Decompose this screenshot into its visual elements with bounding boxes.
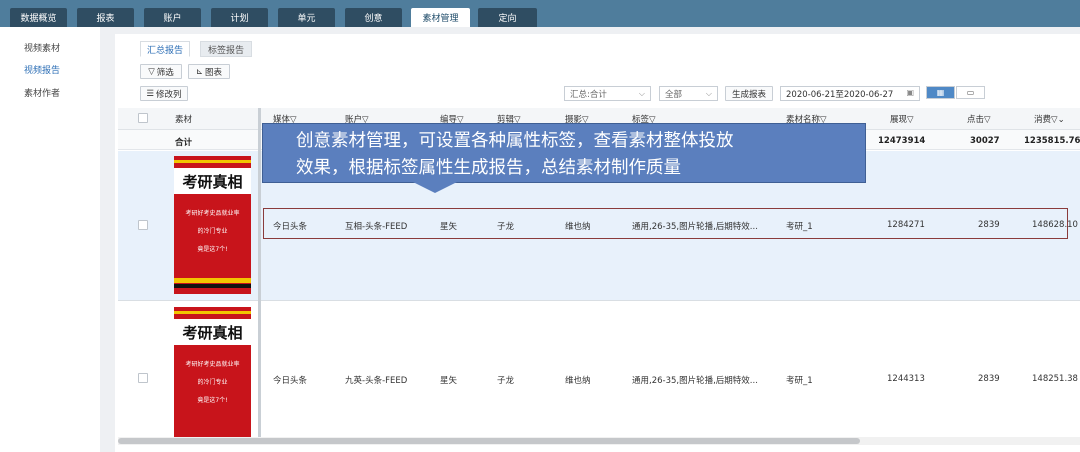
funnel-icon: ▽	[148, 66, 155, 77]
callout-line-2: 效果，根据标签属性生成报告，总结素材制作质量	[296, 158, 681, 178]
cell-name: 考研_1	[786, 376, 813, 386]
card-icon: ▭	[966, 88, 975, 97]
cell-cost: 148251.38	[1032, 374, 1078, 384]
cell-tags: 通用,26-35,图片轮播,后期特效...	[632, 376, 758, 386]
tab-tag-report[interactable]: 标签报告	[200, 41, 252, 57]
filter-icon: ▽	[907, 115, 914, 125]
cell-cutter: 子龙	[497, 376, 515, 386]
table-row[interactable]	[118, 302, 1080, 437]
sidebar-item-material-author[interactable]: 素材作者	[24, 86, 60, 99]
column-header-clicks[interactable]: 点击▽	[967, 113, 991, 125]
calendar-icon: ▣	[906, 88, 914, 97]
material-thumbnail[interactable]: 考研真相 考研好考史品就业率 的冷门专业 竟是这7个!	[174, 307, 251, 437]
nav-tab-plan[interactable]: 计划	[211, 8, 268, 27]
column-header-material: 素材	[175, 115, 193, 125]
list-view-button[interactable]: ▭	[956, 86, 985, 99]
total-cost: 1235815.76	[1024, 136, 1080, 146]
nav-tab-creative[interactable]: 创意	[345, 8, 402, 27]
grid-view-button[interactable]: ▦	[926, 86, 955, 99]
total-clicks: 30027	[970, 136, 1000, 146]
chart-icon: ⊾	[195, 66, 204, 77]
chart-button[interactable]: ⊾ 图表	[188, 64, 230, 79]
nav-tab-reports[interactable]: 报表	[77, 8, 134, 27]
sidebar-item-video-report[interactable]: 视频报告	[24, 63, 60, 76]
date-range-picker[interactable]: 2020-06-21至2020-06-27 ▣	[780, 86, 920, 101]
column-header-cost[interactable]: 消费▽⌄	[1034, 113, 1065, 125]
cell-account: 九英-头条-FEED	[345, 376, 408, 386]
cell-camera: 维也纳	[565, 376, 591, 386]
all-select[interactable]: 全部 ⌵	[659, 86, 718, 101]
summary-select[interactable]: 汇总:合计 ⌵	[564, 86, 651, 101]
nav-tab-material-management[interactable]: 素材管理	[411, 8, 470, 27]
select-all-checkbox[interactable]	[138, 113, 148, 123]
cell-editor: 星矢	[440, 376, 458, 386]
chevron-down-icon: ⌵	[705, 89, 712, 98]
tab-summary-report[interactable]: 汇总报告	[140, 41, 190, 57]
filter-icon: ▽	[984, 115, 991, 125]
cell-impressions: 1244313	[887, 374, 925, 384]
row-checkbox[interactable]	[138, 373, 148, 383]
column-header-impressions[interactable]: 展现▽	[890, 113, 914, 125]
row-highlight-box	[263, 208, 1068, 239]
total-label: 合计	[175, 138, 193, 148]
chevron-down-icon: ⌵	[638, 89, 645, 98]
sidebar-item-video-material[interactable]: 视频素材	[24, 41, 60, 54]
generate-report-button[interactable]: 生成报表	[725, 86, 773, 101]
nav-tab-unit[interactable]: 单元	[278, 8, 335, 27]
cell-media: 今日头条	[273, 376, 308, 386]
total-impressions: 12473914	[878, 136, 926, 146]
callout-pointer	[413, 182, 457, 193]
cell-clicks: 2839	[978, 374, 1000, 384]
callout-line-1: 创意素材管理，可设置各种属性标签，查看素材整体投放	[296, 131, 734, 151]
edit-columns-button[interactable]: ☰ 修改列	[140, 86, 188, 101]
nav-tab-targeting[interactable]: 定向	[478, 8, 537, 27]
filter-button[interactable]: ▽ 筛选	[140, 64, 182, 79]
chevron-down-icon: ⌄	[1057, 115, 1065, 125]
frozen-column-divider[interactable]	[258, 108, 261, 438]
row-checkbox[interactable]	[138, 220, 148, 230]
nav-tab-overview[interactable]: 数据概览	[10, 8, 67, 27]
list-icon: ☰	[146, 88, 155, 99]
nav-tab-account[interactable]: 账户	[144, 8, 201, 27]
material-thumbnail[interactable]: 考研真相 考研好考史品就业率 的冷门专业 竟是这7个!	[174, 156, 251, 294]
scrollbar-thumb[interactable]	[118, 438, 860, 444]
grid-icon: ▦	[936, 88, 945, 97]
